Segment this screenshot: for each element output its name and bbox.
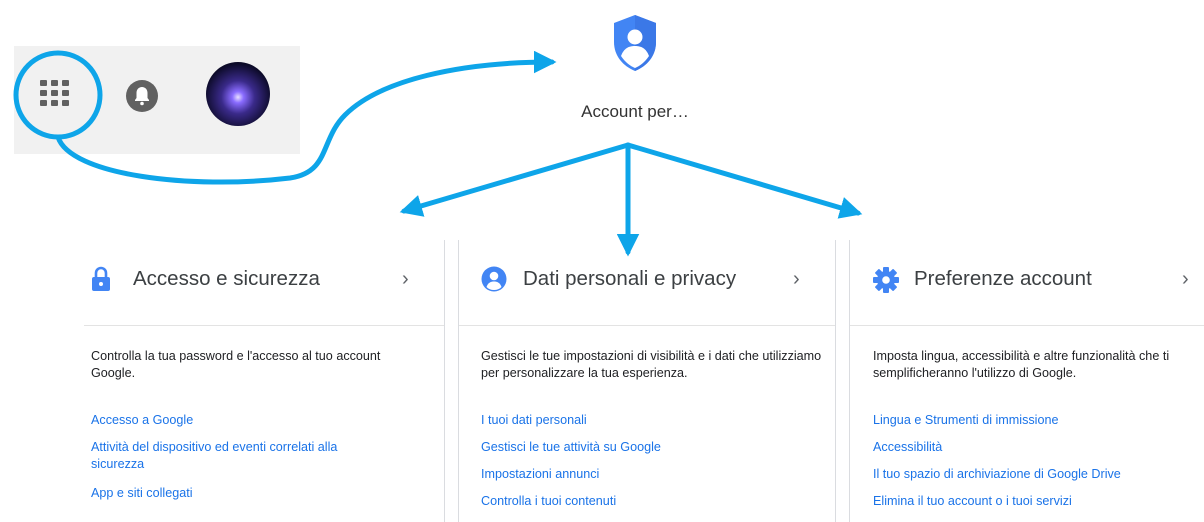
link-impostazioni-annunci[interactable]: Impostazioni annunci <box>481 466 599 483</box>
avatar[interactable] <box>206 62 270 126</box>
link-elimina-account[interactable]: Elimina il tuo account o i tuoi servizi <box>873 493 1072 510</box>
gear-icon <box>873 267 899 293</box>
link-attivita-dispositivo[interactable]: Attività del dispositivo ed eventi corre… <box>91 439 381 473</box>
link-app-e-siti-collegati[interactable]: App e siti collegati <box>91 485 193 502</box>
account-shield-icon <box>614 15 656 71</box>
link-spazio-archiviazione[interactable]: Il tuo spazio di archiviazione di Google… <box>873 466 1121 483</box>
card-accesso-e-sicurezza: Accesso e sicurezza › Controlla la tua p… <box>84 240 444 522</box>
link-lingua-strumenti[interactable]: Lingua e Strumenti di immissione <box>873 412 1059 429</box>
person-icon <box>481 266 507 292</box>
card-title[interactable]: Accesso e sicurezza <box>133 267 320 291</box>
chevron-right-icon[interactable]: › <box>1182 268 1189 291</box>
card-dati-personali-e-privacy: Dati personali e privacy › Gestisci le t… <box>459 240 835 522</box>
card-title[interactable]: Preferenze account <box>914 267 1092 291</box>
card-description: Controlla la tua password e l'accesso al… <box>91 349 381 380</box>
link-i-tuoi-dati-personali[interactable]: I tuoi dati personali <box>481 412 587 429</box>
notifications-bell-icon[interactable] <box>126 80 158 112</box>
chevron-right-icon[interactable]: › <box>402 268 409 291</box>
chevron-right-icon[interactable]: › <box>793 268 800 291</box>
card-preferenze-account: Preferenze account › Imposta lingua, acc… <box>850 240 1204 522</box>
card-separator <box>459 325 835 326</box>
card-divider <box>835 240 836 522</box>
lock-icon <box>92 266 110 291</box>
link-controlla-contenuti[interactable]: Controlla i tuoi contenuti <box>481 493 616 510</box>
card-separator <box>850 325 1204 326</box>
apps-grid-icon[interactable] <box>40 80 76 110</box>
card-separator <box>84 325 444 326</box>
card-divider <box>444 240 445 522</box>
card-description: Imposta lingua, accessibilità e altre fu… <box>873 349 1170 380</box>
card-title[interactable]: Dati personali e privacy <box>523 267 736 291</box>
link-accesso-a-google[interactable]: Accesso a Google <box>91 412 193 429</box>
link-gestisci-attivita[interactable]: Gestisci le tue attività su Google <box>481 439 661 456</box>
account-tile-label: Account per… <box>581 102 689 121</box>
annotation-arrow-right <box>625 142 863 219</box>
card-description: Gestisci le tue impostazioni di visibili… <box>481 349 822 380</box>
link-accessibilita[interactable]: Accessibilità <box>873 439 942 456</box>
annotation-arrow-left <box>399 142 631 217</box>
